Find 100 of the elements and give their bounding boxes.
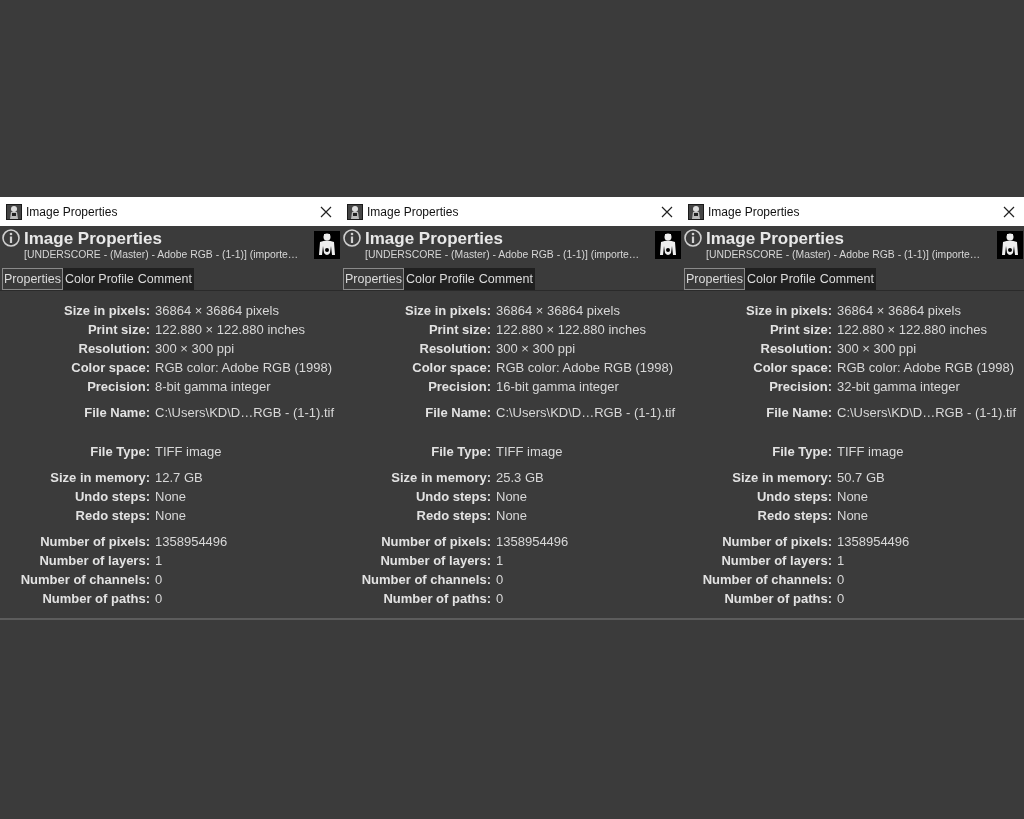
property-value: 36864 × 36864 pixels (154, 302, 279, 320)
image-subtitle: [UNDERSCORE - (Master) - Adobe RGB - (1-1)] (importe… (365, 248, 641, 261)
property-label: Undo steps: (755, 488, 832, 506)
info-icon (2, 229, 20, 247)
property-value: None (154, 507, 187, 525)
property-label: Size in memory: (731, 469, 832, 487)
image-subtitle: [UNDERSCORE - (Master) - Adobe RGB - (1-1)] (importe… (706, 248, 982, 261)
tab[interactable]: Properties (343, 268, 404, 290)
property-label: Number of channels: (701, 571, 832, 589)
close-icon (661, 205, 673, 218)
property-value: 300 × 300 ppi (836, 340, 917, 358)
property-label: Number of pixels: (721, 533, 832, 551)
property-label: Color space: (70, 359, 150, 377)
property-value: None (495, 488, 528, 506)
property-label: File Name: (83, 404, 150, 422)
property-value: RGB color: Adobe RGB (1998) (836, 359, 1015, 377)
property-label: Size in pixels: (63, 302, 150, 320)
property-value: 16-bit gamma integer (495, 378, 619, 396)
property-label: Print size: (427, 321, 491, 339)
property-value: C:\Users\KD\D…RGB - (1-1).tif (495, 404, 676, 422)
property-label: Size in pixels: (404, 302, 491, 320)
property-value: 0 (495, 590, 504, 608)
property-label: Print size: (86, 321, 150, 339)
property-value: None (836, 507, 869, 525)
property-label: Print size: (768, 321, 832, 339)
property-value: C:\Users\KD\D…RGB - (1-1).tif (836, 404, 1017, 422)
property-value: 1358954496 (495, 533, 569, 551)
property-value: None (836, 488, 869, 506)
tab[interactable]: Comment (817, 268, 876, 290)
figure-thumbnail-icon (997, 231, 1023, 259)
property-label: Number of paths: (723, 590, 832, 608)
property-label: Resolution: (418, 340, 491, 358)
dialog-heading: Image Properties (365, 229, 504, 248)
property-label: File Name: (424, 404, 491, 422)
property-value: 1 (495, 552, 504, 570)
property-label: File Name: (765, 404, 832, 422)
property-label: Redo steps: (415, 507, 491, 525)
property-value: 300 × 300 ppi (495, 340, 576, 358)
property-label: Size in memory: (49, 469, 150, 487)
property-value: TIFF image (154, 443, 222, 461)
property-value: 1358954496 (836, 533, 910, 551)
property-value: TIFF image (495, 443, 563, 461)
property-value: 1 (836, 552, 845, 570)
property-value: 8-bit gamma integer (154, 378, 271, 396)
property-label: Number of pixels: (39, 533, 150, 551)
property-value: 32-bit gamma integer (836, 378, 960, 396)
property-value: 1 (154, 552, 163, 570)
property-label: File Type: (771, 443, 832, 461)
tab[interactable]: Comment (476, 268, 535, 290)
window-title: Image Properties (708, 205, 801, 218)
property-value: 0 (836, 590, 845, 608)
property-label: Number of channels: (360, 571, 491, 589)
tab[interactable]: Comment (135, 268, 194, 290)
property-label: Number of channels: (19, 571, 150, 589)
figure-thumbnail-icon (655, 231, 681, 259)
property-value: RGB color: Adobe RGB (1998) (495, 359, 674, 377)
dialog-heading: Image Properties (24, 229, 163, 248)
property-value: 50.7 GB (836, 469, 885, 487)
property-value: 25.3 GB (495, 469, 544, 487)
property-value: 122.880 × 122.880 inches (495, 321, 646, 339)
property-label: Number of layers: (379, 552, 491, 570)
property-label: Precision: (768, 378, 832, 396)
tab[interactable]: Color Profile (63, 268, 136, 290)
property-label: Number of layers: (38, 552, 150, 570)
property-value: TIFF image (836, 443, 904, 461)
image-icon (347, 203, 363, 220)
property-label: Precision: (86, 378, 150, 396)
property-value: 12.7 GB (154, 469, 203, 487)
property-label: Size in memory: (390, 469, 491, 487)
property-label: Redo steps: (74, 507, 150, 525)
tab[interactable]: Color Profile (404, 268, 477, 290)
property-label: Undo steps: (414, 488, 491, 506)
property-label: Color space: (411, 359, 491, 377)
property-value: 36864 × 36864 pixels (495, 302, 620, 320)
property-label: File Type: (89, 443, 150, 461)
property-value: C:\Users\KD\D…RGB - (1-1).tif (154, 404, 335, 422)
property-label: Number of pixels: (380, 533, 491, 551)
close-icon (320, 205, 332, 218)
info-icon (684, 229, 702, 247)
tab[interactable]: Properties (684, 268, 745, 290)
property-value: 122.880 × 122.880 inches (154, 321, 305, 339)
property-value: RGB color: Adobe RGB (1998) (154, 359, 333, 377)
image-icon (688, 203, 704, 220)
property-label: Color space: (752, 359, 832, 377)
property-label: Number of paths: (382, 590, 491, 608)
dialog-heading: Image Properties (706, 229, 845, 248)
window-title: Image Properties (26, 205, 119, 218)
property-label: Size in pixels: (745, 302, 832, 320)
property-value: None (495, 507, 528, 525)
property-label: Resolution: (77, 340, 150, 358)
property-value: 1358954496 (154, 533, 228, 551)
property-label: Redo steps: (756, 507, 832, 525)
tab[interactable]: Color Profile (745, 268, 818, 290)
property-value: 122.880 × 122.880 inches (836, 321, 987, 339)
tab[interactable]: Properties (2, 268, 63, 290)
property-value: 300 × 300 ppi (154, 340, 235, 358)
image-subtitle: [UNDERSCORE - (Master) - Adobe RGB - (1-1)] (importe… (24, 248, 300, 261)
property-label: File Type: (430, 443, 491, 461)
property-value: 0 (495, 571, 504, 589)
property-value: 0 (154, 590, 163, 608)
